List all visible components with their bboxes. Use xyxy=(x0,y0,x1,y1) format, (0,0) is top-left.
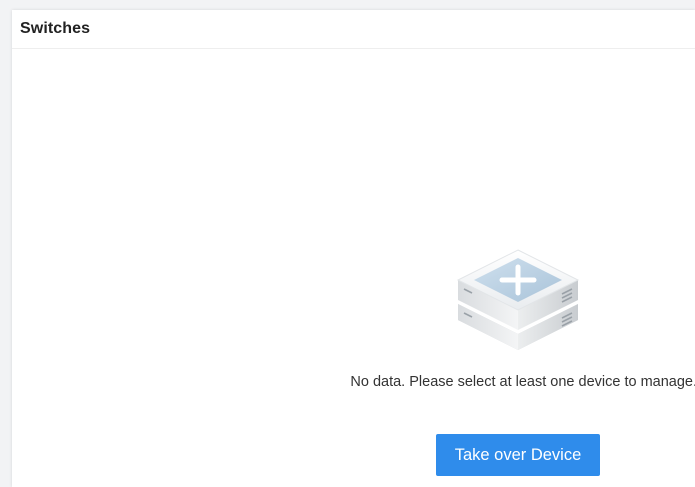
empty-state: No data. Please select at least one devi… xyxy=(12,49,695,487)
panel-title: Switches xyxy=(20,20,91,37)
switches-panel: Switches No data. Please select at least… xyxy=(12,10,695,487)
take-over-device-button[interactable]: Take over Device xyxy=(436,434,600,476)
device-stack-add-icon xyxy=(456,249,580,350)
panel-header: Switches xyxy=(12,10,695,49)
empty-message: No data. Please select at least one devi… xyxy=(350,374,695,390)
